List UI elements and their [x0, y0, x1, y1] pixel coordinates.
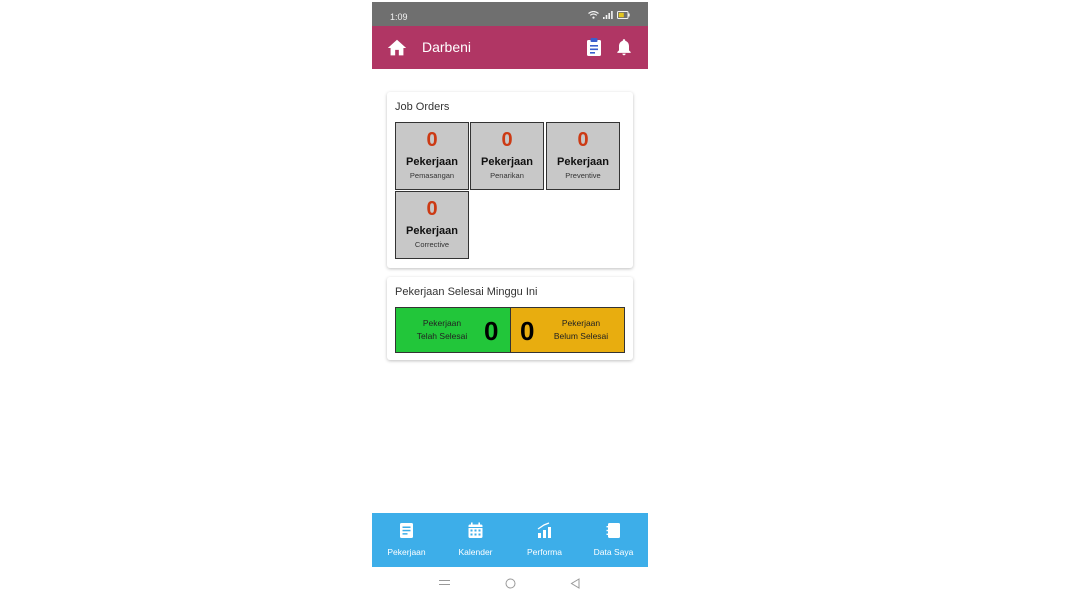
nav-item-performa[interactable]: Performa	[510, 513, 579, 567]
notebook-icon	[606, 523, 620, 538]
completed-label-line2: Telah Selesai	[416, 331, 468, 341]
phone-screen: 1:09 Darbeni Job Orders 0 Pekerjaan Pema…	[372, 0, 648, 609]
calendar-icon	[468, 522, 483, 538]
nav-label: Kalender	[458, 547, 493, 557]
pending-jobs-box[interactable]: 0 Pekerjaan Belum Selesai	[510, 307, 625, 353]
job-orders-card: Job Orders 0 Pekerjaan Pemasangan 0 Peke…	[387, 92, 633, 268]
nav-item-kalender[interactable]: Kalender	[441, 513, 510, 567]
completed-jobs-box[interactable]: Pekerjaan Telah Selesai 0	[395, 307, 511, 353]
bottom-navigation: Pekerjaan Kalender Performa Data Saya	[372, 513, 648, 567]
app-title: Darbeni	[422, 39, 472, 55]
system-navigation-bar	[372, 567, 648, 603]
wifi-icon	[588, 11, 599, 19]
tile-count: 0	[577, 129, 589, 151]
tile-corrective[interactable]: 0 Pekerjaan Corrective	[395, 191, 469, 259]
pending-jobs-label: Pekerjaan Belum Selesai	[541, 317, 621, 343]
tile-sublabel: Penarikan	[490, 171, 524, 180]
home-circle-icon[interactable]	[505, 578, 516, 589]
completed-jobs-label: Pekerjaan Telah Selesai	[402, 317, 482, 343]
nav-item-data-saya[interactable]: Data Saya	[579, 513, 648, 567]
tile-label: Pekerjaan	[481, 156, 533, 168]
document-icon	[400, 523, 413, 538]
signal-icon	[603, 11, 613, 19]
job-orders-title: Job Orders	[395, 101, 450, 113]
status-bar: 1:09	[372, 2, 648, 26]
menu-icon[interactable]	[439, 578, 450, 587]
back-icon[interactable]	[570, 578, 580, 589]
nav-label: Data Saya	[593, 547, 634, 557]
chart-icon	[537, 522, 551, 538]
home-icon[interactable]	[386, 37, 408, 59]
nav-label: Pekerjaan	[387, 547, 426, 557]
tile-label: Pekerjaan	[406, 156, 458, 168]
bell-icon[interactable]	[614, 37, 634, 57]
tile-sublabel: Pemasangan	[409, 171, 455, 180]
tile-count: 0	[501, 129, 513, 151]
tile-label: Pekerjaan	[557, 156, 609, 168]
nav-item-pekerjaan[interactable]: Pekerjaan	[372, 513, 441, 567]
weekly-summary-title: Pekerjaan Selesai Minggu Ini	[395, 286, 538, 298]
completed-label-line1: Pekerjaan	[422, 318, 462, 328]
clipboard-icon[interactable]	[585, 37, 603, 57]
pending-label-line1: Pekerjaan	[561, 318, 601, 328]
tile-count: 0	[426, 198, 438, 220]
weekly-summary-card: Pekerjaan Selesai Minggu Ini Pekerjaan T…	[387, 277, 633, 360]
tile-count: 0	[426, 129, 438, 151]
tile-penarikan[interactable]: 0 Pekerjaan Penarikan	[470, 122, 544, 190]
status-time: 1:09	[390, 12, 408, 22]
battery-icon	[617, 11, 630, 19]
tile-label: Pekerjaan	[406, 225, 458, 237]
tile-preventive[interactable]: 0 Pekerjaan Preventive	[546, 122, 620, 190]
status-icons	[588, 11, 630, 19]
pending-label-line2: Belum Selesai	[553, 331, 609, 341]
tile-sublabel: Corrective	[414, 240, 450, 249]
completed-jobs-count: 0	[484, 316, 499, 346]
tile-sublabel: Preventive	[565, 171, 601, 180]
nav-label: Performa	[527, 547, 562, 557]
pending-jobs-count: 0	[520, 316, 535, 346]
tile-pemasangan[interactable]: 0 Pekerjaan Pemasangan	[395, 122, 469, 190]
app-bar: Darbeni	[372, 26, 648, 69]
